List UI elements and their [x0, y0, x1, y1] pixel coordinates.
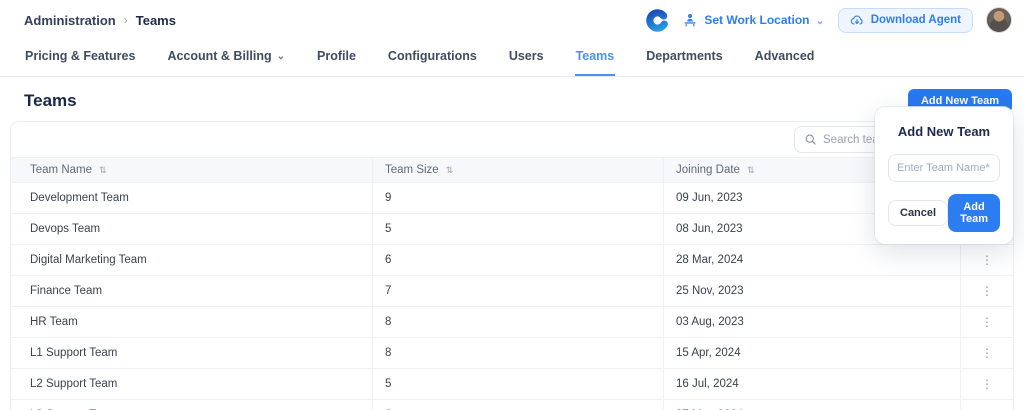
chevron-down-icon: ⌄: [815, 14, 824, 27]
team-name-input[interactable]: [888, 154, 1000, 182]
tab-label: Departments: [646, 49, 722, 63]
person-at-desk-icon: [682, 12, 698, 28]
team-size-cell: 8: [373, 307, 664, 337]
team-name-cell: Development Team: [11, 183, 373, 213]
column-header-team-name[interactable]: Team Name ⇅: [11, 158, 373, 182]
modal-buttons: Cancel Add Team: [888, 194, 1000, 232]
breadcrumb-separator-icon: ›: [124, 13, 128, 27]
row-actions-cell: ⋮: [961, 338, 1013, 368]
add-new-team-modal: Add New Team Cancel Add Team: [875, 107, 1013, 244]
tab-advanced[interactable]: Advanced: [754, 40, 816, 76]
table-row-hr-team[interactable]: HR Team803 Aug, 2023 ⋮: [11, 306, 1013, 337]
breadcrumb: Administration › Teams: [24, 13, 176, 28]
table-row-finance-team[interactable]: Finance Team725 Nov, 2023 ⋮: [11, 275, 1013, 306]
column-label: Team Name: [30, 164, 92, 176]
table-toolbar: [11, 122, 1013, 157]
team-name-cell: Finance Team: [11, 276, 373, 306]
table-row-devops-team[interactable]: Devops Team508 Jun, 2023⋮: [11, 213, 1013, 244]
team-size-cell: 5: [373, 369, 664, 399]
kebab-menu-icon[interactable]: ⋮: [981, 378, 993, 390]
kebab-menu-icon[interactable]: ⋮: [981, 285, 993, 297]
team-name-cell: Devops Team: [11, 214, 373, 244]
row-actions-cell: ⋮: [961, 245, 1013, 275]
set-work-location-label: Set Work Location: [704, 13, 809, 27]
joining-date-cell: 15 Apr, 2024: [664, 338, 961, 368]
tab-label: Configurations: [388, 49, 477, 63]
team-name-cell: L3 Support Team: [11, 400, 373, 410]
team-size-cell: 6: [373, 245, 664, 275]
team-size-cell: 9: [373, 183, 664, 213]
page-title: Teams: [24, 91, 77, 111]
team-size-cell: 6: [373, 400, 664, 410]
sort-icon: ⇅: [99, 165, 107, 176]
tab-label: Teams: [576, 49, 615, 63]
team-name-cell: HR Team: [11, 307, 373, 337]
team-name-cell: Digital Marketing Team: [11, 245, 373, 275]
joining-date-cell: 27 Mar, 2024: [664, 400, 961, 410]
table-row-l2-support-team[interactable]: L2 Support Team516 Jul, 2024 ⋮: [11, 368, 1013, 399]
tab-label: Account & Billing: [167, 49, 271, 63]
kebab-menu-icon[interactable]: ⋮: [981, 347, 993, 359]
top-bar: Administration › Teams Set Work Location…: [0, 0, 1024, 40]
table-header-row: Team Name ⇅ Team Size ⇅ Joining Date ⇅: [11, 157, 1013, 182]
page-head: Teams Add New Team: [0, 77, 1024, 121]
chevron-down-icon: ⌄: [277, 51, 285, 62]
set-work-location-dropdown[interactable]: Set Work Location ⌄: [682, 12, 824, 28]
brand-c-logo-icon[interactable]: [646, 9, 669, 32]
tab-pricing-features[interactable]: Pricing & Features: [24, 40, 136, 76]
joining-date-cell: 25 Nov, 2023: [664, 276, 961, 306]
table-body: Development Team909 Jun, 2023⋮Devops Tea…: [11, 182, 1013, 410]
cancel-button[interactable]: Cancel: [888, 200, 948, 226]
kebab-menu-icon[interactable]: ⋮: [981, 316, 993, 328]
row-actions-cell: ⋮: [961, 276, 1013, 306]
tab-profile[interactable]: Profile: [316, 40, 357, 76]
row-actions-cell: ⋮: [961, 307, 1013, 337]
team-size-cell: 5: [373, 214, 664, 244]
tab-label: Advanced: [755, 49, 815, 63]
breadcrumb-teams: Teams: [136, 13, 176, 28]
column-header-team-size[interactable]: Team Size ⇅: [373, 158, 664, 182]
tab-configurations[interactable]: Configurations: [387, 40, 478, 76]
sort-icon: ⇅: [747, 165, 755, 176]
tab-label: Pricing & Features: [25, 49, 135, 63]
tab-label: Users: [509, 49, 544, 63]
add-team-button[interactable]: Add Team: [948, 194, 1000, 232]
joining-date-cell: 03 Aug, 2023: [664, 307, 961, 337]
tab-bar: Pricing & Features Account & Billing ⌄ Prof…: [0, 40, 1024, 77]
sort-icon: ⇅: [446, 165, 454, 176]
team-size-cell: 7: [373, 276, 664, 306]
tab-users[interactable]: Users: [508, 40, 545, 76]
row-actions-cell: ⋮: [961, 369, 1013, 399]
column-label: Team Size: [385, 164, 439, 176]
table-row-development-team[interactable]: Development Team909 Jun, 2023⋮: [11, 182, 1013, 213]
team-name-cell: L2 Support Team: [11, 369, 373, 399]
cloud-download-icon: [850, 13, 864, 27]
tab-account-billing[interactable]: Account & Billing ⌄: [166, 40, 286, 76]
team-size-cell: 8: [373, 338, 664, 368]
download-agent-button[interactable]: Download Agent: [838, 8, 973, 33]
table-row-l1-support-team[interactable]: L1 Support Team815 Apr, 2024 ⋮: [11, 337, 1013, 368]
table-row-digital-marketing-team[interactable]: Digital Marketing Team628 Mar, 2024 ⋮: [11, 244, 1013, 275]
row-actions-cell: ⋮: [961, 400, 1013, 410]
joining-date-cell: 28 Mar, 2024: [664, 245, 961, 275]
search-icon: [804, 133, 817, 146]
column-label: Joining Date: [676, 164, 740, 176]
teams-table-card: Team Name ⇅ Team Size ⇅ Joining Date ⇅ Develo…: [10, 121, 1014, 410]
topbar-actions: Set Work Location ⌄ Download Agent: [646, 7, 1012, 33]
user-avatar[interactable]: [986, 7, 1012, 33]
tab-departments[interactable]: Departments: [645, 40, 723, 76]
tab-teams[interactable]: Teams: [575, 40, 616, 76]
tab-label: Profile: [317, 49, 356, 63]
modal-title: Add New Team: [888, 124, 1000, 139]
team-name-cell: L1 Support Team: [11, 338, 373, 368]
download-agent-label: Download Agent: [871, 14, 961, 26]
joining-date-cell: 16 Jul, 2024: [664, 369, 961, 399]
table-row-l3-support-team[interactable]: L3 Support Team627 Mar, 2024⋮: [11, 399, 1013, 410]
breadcrumb-administration[interactable]: Administration: [24, 13, 116, 28]
kebab-menu-icon[interactable]: ⋮: [981, 254, 993, 266]
